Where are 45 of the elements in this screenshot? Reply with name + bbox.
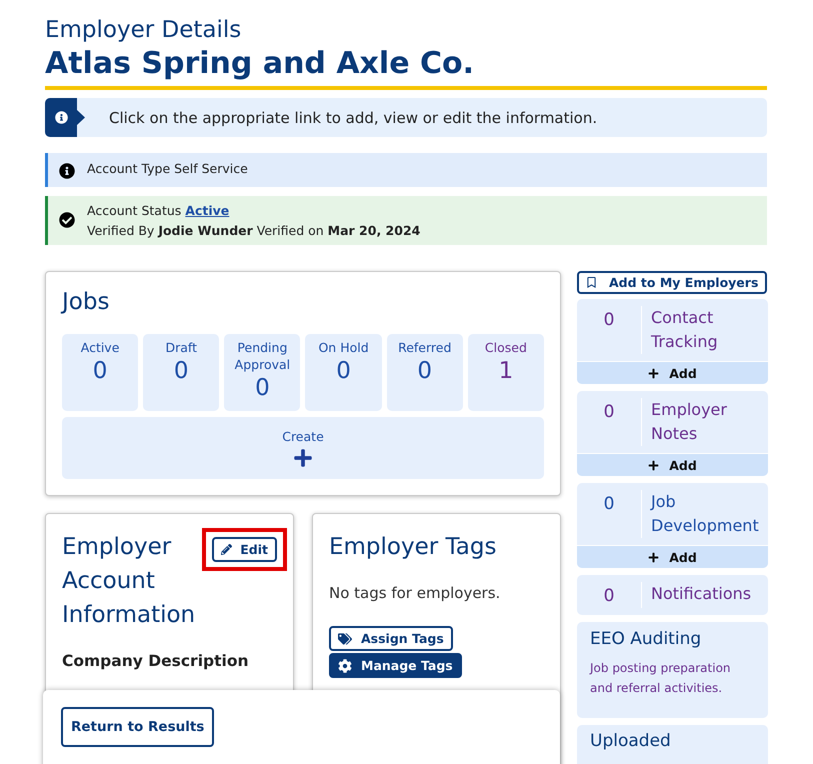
tracker-link[interactable]: 0 Employer Notes [577,391,768,453]
job-count-tile[interactable]: Pending Approval 0 [224,334,300,411]
edit-button[interactable]: Edit [212,537,277,562]
tag-icon [338,632,352,646]
employer-name: Atlas Spring and Axle Co. [45,45,476,83]
job-count-tile[interactable]: Draft 0 [143,334,220,411]
card-title: Employer Account Information [62,533,196,630]
plus-icon [293,448,313,468]
alert-text: Account Status [87,202,182,219]
job-count-tile[interactable]: Referred 0 [386,334,463,411]
job-count-tile[interactable]: Active 0 [62,334,138,411]
pencil-icon [221,544,232,555]
assign-tags-button[interactable]: Assign Tags [329,626,453,651]
eeo-description: Job posting preparation and referral activities. [590,660,732,697]
manage-tags-button[interactable]: Manage Tags [329,653,462,678]
card-title: Jobs [62,288,110,317]
empty-message: No tags for employers. [329,584,502,602]
return-button[interactable]: Return to Results [61,707,214,747]
bookmark-button[interactable]: Add to My Employers [577,271,768,294]
gear-icon [338,658,352,672]
section-heading: Company Description [62,652,250,670]
status-link[interactable]: Active [185,202,230,219]
job-count-tile[interactable]: Closed 1 [468,334,544,411]
plus-icon [648,460,660,470]
info-icon [54,111,68,124]
add-button[interactable]: Add [577,453,768,476]
card-title: EEO Auditing [590,628,702,650]
verification-text: Verified By Jodie Wunder Verified on Mar 20, 2024 [87,222,420,239]
alert-text: Account Type Self Service [87,160,248,177]
job-count-tile[interactable]: On Hold 0 [305,334,382,411]
add-button[interactable]: Add [577,545,768,568]
tracker-link[interactable]: 0 Job Development [577,483,768,545]
add-button[interactable]: Add [577,361,768,384]
page-subtitle: Employer Details [45,16,242,44]
check-icon [59,212,75,228]
tracker-link[interactable]: 0 Contact Tracking [577,299,768,361]
create-job-tile[interactable]: Create [62,417,544,479]
bookmark-icon [586,277,597,288]
plus-icon [648,368,660,378]
card-title: Employer Tags [329,533,498,562]
instruction-text: Click on the appropriate link to add, view or edit the information. [109,108,598,126]
plus-icon [648,552,660,562]
card-title: Uploaded [590,730,672,752]
tracker-link[interactable]: 0 Notifications [577,575,768,615]
info-icon [59,163,75,179]
